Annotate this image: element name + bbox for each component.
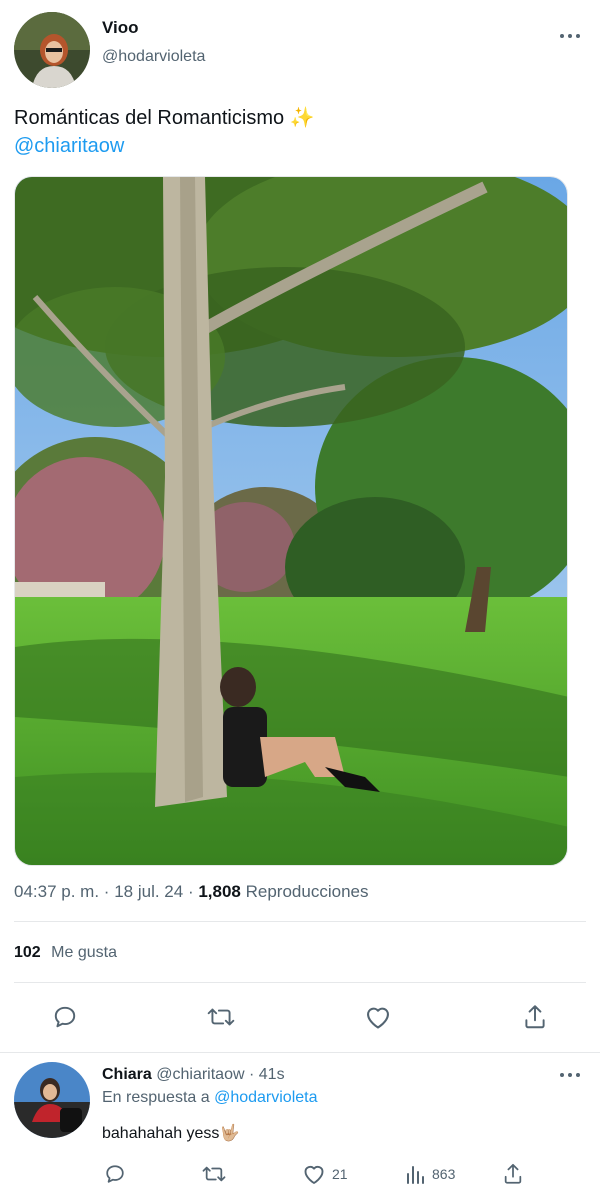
reply-author-line: Chiara @chiaritaow · 41s (102, 1066, 285, 1084)
tweet-date[interactable]: 18 jul. 24 (114, 882, 183, 901)
author-name[interactable]: Vioo (102, 18, 139, 38)
divider (0, 1052, 600, 1053)
tweet-media-image[interactable] (14, 176, 568, 866)
reply-reply-button[interactable] (104, 1163, 126, 1185)
like-icon (367, 1007, 389, 1029)
retweet-icon (207, 1008, 235, 1026)
tweet-mention-link[interactable]: @chiaritaow (14, 132, 124, 160)
park-photo (15, 177, 567, 865)
replying-to-prefix: En respuesta a (102, 1089, 210, 1106)
author-handle[interactable]: @hodarvioleta (102, 48, 205, 66)
retweet-icon (202, 1166, 226, 1182)
reply-icon (54, 1006, 76, 1028)
reply-time[interactable]: 41s (259, 1066, 285, 1083)
reply-views-button[interactable]: 863 (404, 1163, 455, 1185)
reply-icon (106, 1165, 124, 1183)
sparkles-emoji: ✨ (289, 107, 315, 129)
views-count[interactable]: 1,808 (198, 882, 241, 901)
hand-emoji: 🤟🏼 (219, 1125, 240, 1142)
reply-text-body: bahahahah yess (102, 1125, 220, 1142)
reply-author-avatar[interactable] (14, 1062, 90, 1138)
share-icon (525, 1005, 545, 1029)
meta-separator: · (248, 1066, 255, 1083)
views-chart-icon (407, 1166, 424, 1184)
reply-author-handle[interactable]: @chiaritaow (156, 1066, 244, 1083)
like-button[interactable] (364, 1004, 392, 1030)
tweet-meta: 04:37 p. m. · 18 jul. 24 · 1,808 Reprodu… (14, 882, 368, 902)
retweet-button[interactable] (206, 1004, 236, 1030)
reply-share-button[interactable] (502, 1162, 524, 1186)
tweet-time[interactable]: 04:37 p. m. (14, 882, 99, 901)
likes-label: Me gusta (51, 944, 117, 961)
likes-summary[interactable]: 102 Me gusta (14, 944, 117, 962)
divider (14, 982, 586, 983)
like-icon (304, 1165, 324, 1184)
reply-button[interactable] (52, 1004, 78, 1030)
tweet-text-body: Románticas del Romanticismo (14, 107, 285, 129)
reply-like-button[interactable]: 21 (302, 1163, 348, 1185)
divider (14, 921, 586, 922)
replying-to: En respuesta a @hodarvioleta (102, 1089, 318, 1107)
more-options-icon[interactable] (556, 31, 584, 41)
share-button[interactable] (522, 1003, 548, 1031)
author-avatar[interactable] (14, 12, 90, 88)
views-label[interactable]: Reproducciones (246, 882, 369, 901)
reply-author-name[interactable]: Chiara (102, 1066, 152, 1083)
reply-like-count: 21 (332, 1166, 348, 1182)
reply-retweet-button[interactable] (201, 1163, 227, 1185)
tweet-text: Románticas del Romanticismo ✨ (14, 104, 574, 132)
reply-view-count: 863 (432, 1166, 456, 1182)
meta-separator: · (103, 882, 110, 901)
likes-count: 102 (14, 944, 41, 961)
replying-to-mention[interactable]: @hodarvioleta (214, 1089, 317, 1106)
reply-text: bahahahah yess🤟🏼 (102, 1123, 239, 1143)
reply-more-options-icon[interactable] (556, 1070, 584, 1080)
meta-separator: · (187, 882, 194, 901)
share-icon (504, 1163, 522, 1184)
